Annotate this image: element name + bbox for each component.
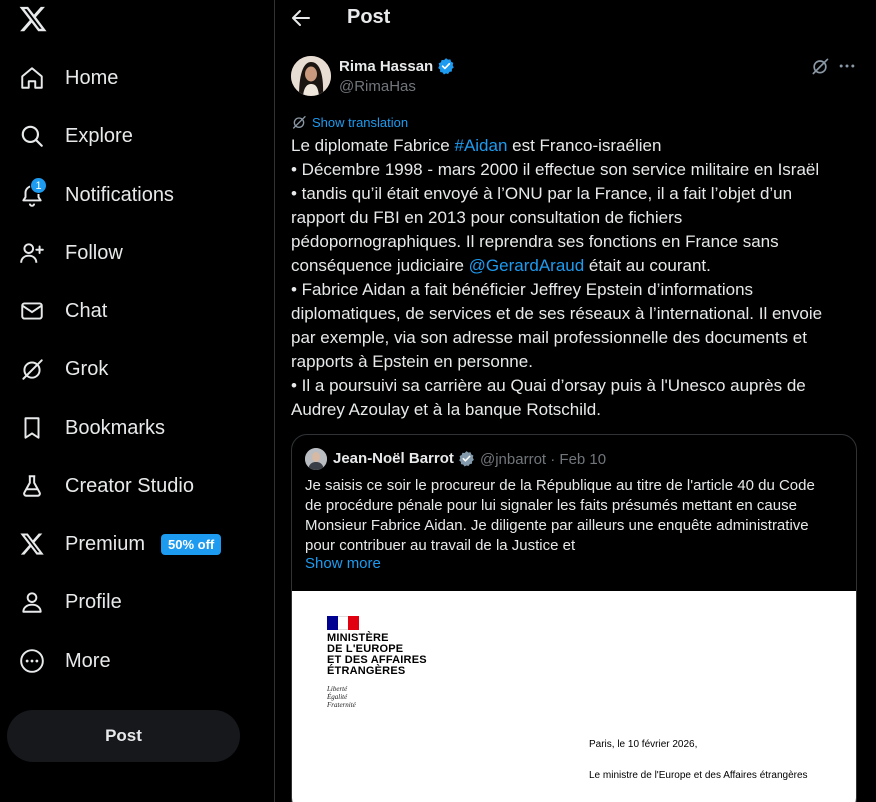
page-title: Post xyxy=(347,6,391,28)
flask-icon xyxy=(18,472,46,500)
sidebar-item-label: Bookmarks xyxy=(65,416,166,439)
quoted-author-handle-date: @jnbarrot · Feb 10 xyxy=(480,451,607,468)
post-line: pédopornographiques. Il reprendra ses fo… xyxy=(291,232,779,251)
author-handle[interactable]: @RimaHas xyxy=(339,78,416,95)
post-line: diplomatiques, de services et de ses rés… xyxy=(291,304,823,323)
post-body: Le diplomate Fabrice #Aidan est Franco-i… xyxy=(291,134,851,422)
french-flag-logo xyxy=(327,616,360,630)
bell-icon: 1 xyxy=(18,177,47,209)
sidebar-item-label: Notifications xyxy=(65,183,174,206)
quoted-post-line: Je saisis ce soir le procureur de la Rép… xyxy=(305,477,815,494)
x-logo-icon[interactable] xyxy=(18,4,48,34)
sidebar-item-explore[interactable]: Explore xyxy=(18,114,133,158)
quoted-post-card[interactable]: Jean-Noël Barrot @jnbarrot · Feb 10 Je s… xyxy=(291,434,857,802)
post-line: • Il a poursuivi sa carrière au Quai d’o… xyxy=(291,376,806,395)
user-icon xyxy=(18,588,46,616)
sidebar-item-label: Explore xyxy=(65,124,133,147)
post-line: • Fabrice Aidan a fait bénéficier Jeffre… xyxy=(291,280,754,299)
quoted-author-name-text: Jean-Noël Barrot xyxy=(333,450,454,467)
post-line: rapports à Epstein en personne. xyxy=(291,352,533,371)
quoted-author-name: Jean-Noël Barrot xyxy=(333,450,475,467)
sidebar-item-bookmarks[interactable]: Bookmarks xyxy=(18,406,165,450)
post-line: Le diplomate Fabrice #Aidan est Franco-i… xyxy=(291,134,851,158)
sidebar-item-label: Follow xyxy=(65,241,123,264)
quoted-document-image[interactable]: MINISTÈRE DE L'EUROPE ET DES AFFAIRES ÉT… xyxy=(292,591,856,802)
mail-icon xyxy=(18,297,46,325)
sidebar-item-home[interactable]: Home xyxy=(18,56,118,100)
motto-line: Égalité xyxy=(327,693,348,701)
sidebar-item-grok[interactable]: Grok xyxy=(18,347,108,391)
sidebar-item-chat[interactable]: Chat xyxy=(18,289,107,333)
mention-link[interactable]: @GerardAraud xyxy=(469,256,585,275)
quoted-post-line: de procédure pénale pour lui signaler le… xyxy=(305,497,797,514)
more-options-icon[interactable] xyxy=(837,56,857,76)
back-arrow-icon[interactable] xyxy=(289,6,313,30)
post-line: rapport du FBI en 2013 pour consultation… xyxy=(291,208,683,227)
motto-line: Liberté xyxy=(327,685,348,693)
show-more-link[interactable]: Show more xyxy=(305,555,381,572)
x-premium-icon xyxy=(18,530,46,558)
grok-explain-icon[interactable] xyxy=(810,56,830,76)
author-name-text: Rima Hassan xyxy=(339,57,434,75)
quoted-post-line: Monsieur Fabrice Aidan. Je diligente par… xyxy=(305,517,809,534)
hashtag-link[interactable]: #Aidan xyxy=(454,136,507,155)
sidebar-item-label: Grok xyxy=(65,357,109,380)
document-date: Paris, le 10 février 2026, xyxy=(589,739,698,750)
post-line: • Décembre 1998 - mars 2000 il effectue … xyxy=(291,160,820,179)
republic-motto: Liberté Égalité Fraternité xyxy=(327,685,356,709)
compose-post-button[interactable]: Post xyxy=(7,710,240,762)
sidebar-item-more[interactable]: More xyxy=(18,639,111,683)
sidebar-item-label: Premium xyxy=(65,532,146,555)
sidebar-item-premium[interactable]: Premium 50% off xyxy=(18,522,222,566)
sidebar-item-follow[interactable]: Follow xyxy=(18,231,123,275)
search-icon xyxy=(18,122,46,150)
quoted-post-body: Je saisis ce soir le procureur de la Rép… xyxy=(305,476,845,556)
more-circle-icon xyxy=(18,647,46,675)
motto-line: Fraternité xyxy=(327,701,356,709)
sidebar-item-label: Creator Studio xyxy=(65,474,194,497)
document-sender: Le ministre de l'Europe et des Affaires … xyxy=(589,770,808,781)
post-text-segment: conséquence judiciaire xyxy=(291,256,469,275)
premium-discount-badge: 50% off xyxy=(161,533,222,555)
grok-icon xyxy=(18,355,46,383)
notification-count-badge: 1 xyxy=(30,177,47,194)
sidebar-item-label: Home xyxy=(65,66,119,89)
sidebar-item-label: Chat xyxy=(65,299,108,322)
author-avatar[interactable] xyxy=(291,56,331,96)
gray-verified-badge-icon xyxy=(459,451,474,467)
post-line: conséquence judiciaire @GerardAraud étai… xyxy=(291,254,851,278)
sidebar: Home Explore 1 Notifications Follow Chat… xyxy=(0,0,275,802)
sidebar-item-profile[interactable]: Profile xyxy=(18,580,122,624)
ministry-line: ÉTRANGÈRES xyxy=(327,665,406,677)
post-line: • tandis qu’il était envoyé à l’ONU par … xyxy=(291,184,793,203)
verified-badge-icon xyxy=(438,58,455,75)
show-translation-label: Show translation xyxy=(312,114,409,130)
bookmark-icon xyxy=(18,414,46,442)
grok-translate-icon xyxy=(293,116,306,129)
post-text-segment: Le diplomate Fabrice xyxy=(291,136,455,155)
quoted-author-avatar xyxy=(305,448,327,470)
author-name[interactable]: Rima Hassan xyxy=(339,57,455,75)
post-text-segment: est Franco-israélien xyxy=(507,136,662,155)
quoted-post-line: pour contribuer au travail de la Justice… xyxy=(305,537,576,554)
home-icon xyxy=(18,64,46,92)
add-user-icon xyxy=(18,239,46,267)
sidebar-item-notifications[interactable]: 1 Notifications xyxy=(18,173,174,217)
sidebar-item-label: More xyxy=(65,649,111,672)
post-line: Audrey Azoulay et à la banque Rotschild. xyxy=(291,400,601,419)
sidebar-item-creator-studio[interactable]: Creator Studio xyxy=(18,464,194,508)
post-text-segment: était au courant. xyxy=(584,256,711,275)
main-column: Post Rima Hassan @RimaHas Show translati… xyxy=(275,0,876,802)
sidebar-item-label: Profile xyxy=(65,590,122,613)
post-line: par exemple, via son adresse mail profes… xyxy=(291,328,807,347)
show-translation-link[interactable]: Show translation xyxy=(291,114,408,130)
ministry-name: MINISTÈRE DE L'EUROPE ET DES AFFAIRES ÉT… xyxy=(327,633,427,677)
